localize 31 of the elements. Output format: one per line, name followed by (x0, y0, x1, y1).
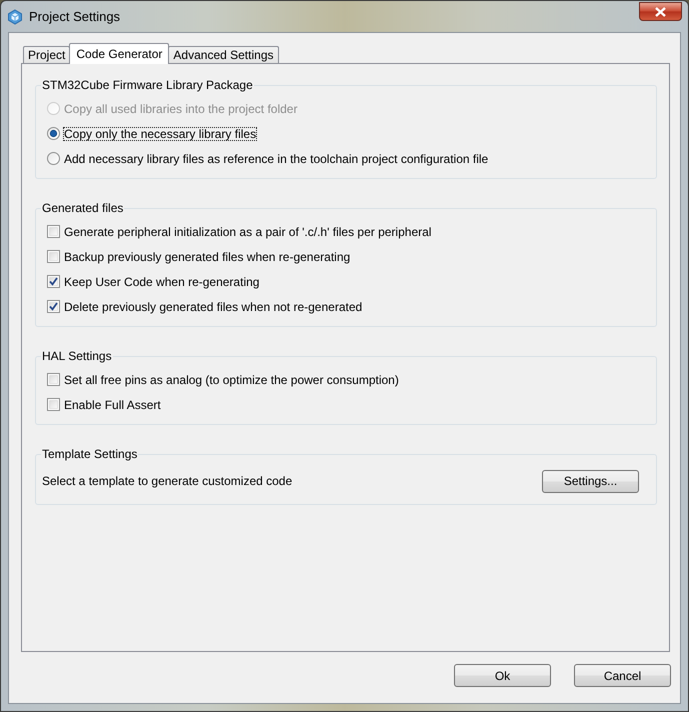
radio-button[interactable] (47, 152, 60, 165)
ok-button[interactable]: Ok (454, 664, 551, 687)
tab[interactable]: Code Generator (69, 43, 170, 64)
close-button[interactable] (639, 2, 682, 21)
option-label[interactable]: Keep User Code when re-generating (63, 274, 260, 288)
template-description: Select a template to generate customized code (42, 474, 292, 488)
settings-button[interactable]: Settings... (542, 470, 639, 492)
tab[interactable]: Project (23, 46, 70, 63)
cube-icon (7, 8, 23, 24)
option-label[interactable]: Enable Full Assert (63, 398, 162, 412)
checkbox[interactable] (47, 250, 60, 263)
group-title: HAL Settings (41, 349, 113, 363)
group-title: STM32Cube Firmware Library Package (41, 78, 254, 92)
option-label[interactable]: Backup previously generated files when re-generating (63, 250, 352, 264)
checkbox[interactable] (47, 300, 60, 313)
tab[interactable]: Advanced Settings (168, 46, 278, 63)
window-title: Project Settings (29, 9, 120, 24)
option-label[interactable]: Copy only the necessary library files (63, 126, 258, 140)
checkbox[interactable] (47, 225, 60, 238)
group-title: Template Settings (41, 447, 138, 461)
option-label[interactable]: Add necessary library files as reference in the toolchain project configuration file (63, 152, 490, 166)
option-label[interactable]: Delete previously generated files when not re-generated (63, 300, 364, 314)
group-title: Generated files (41, 201, 124, 215)
checkbox[interactable] (47, 398, 60, 411)
option-label[interactable]: Generate peripheral initialization as a pair of '.c/.h' files per peripheral (63, 224, 432, 238)
cancel-button[interactable]: Cancel (574, 664, 671, 687)
option-label[interactable]: Set all free pins as analog (to optimize the power consumption) (63, 372, 400, 386)
close-icon (655, 6, 666, 16)
checkbox[interactable] (47, 275, 60, 288)
checkbox[interactable] (47, 373, 60, 386)
radio-button[interactable] (47, 127, 60, 140)
